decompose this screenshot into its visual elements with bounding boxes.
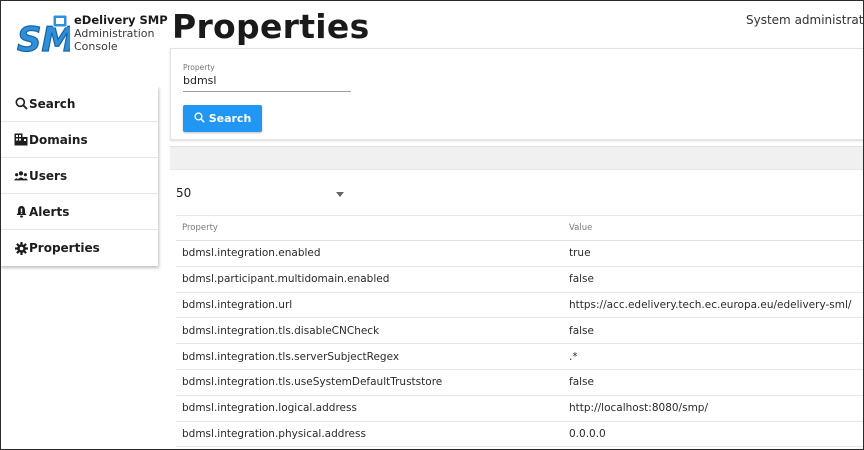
current-user[interactable]: System administrato [746, 13, 864, 27]
table-row[interactable]: bdmsl.integration.enabled true [176, 241, 864, 267]
search-icon [194, 111, 205, 126]
sidebar-item-alerts[interactable]: Alerts [0, 194, 158, 230]
table-row[interactable]: bdmsl.integration.url https://acc.edelive… [176, 293, 864, 319]
property-field-label: Property [183, 63, 215, 72]
table-row[interactable]: bdmsl.integration.logical.address http://… [176, 396, 864, 422]
sidebar-item-label: Alerts [29, 204, 70, 219]
property-name-cell: bdmsl.integration.physical.address [182, 427, 366, 440]
logo-area: SMP eDelivery SMP Administration Console [0, 0, 170, 86]
property-value-cell: false [569, 376, 594, 389]
property-name-cell: bdmsl.participant.multidomain.enabled [182, 273, 390, 286]
app-title-line3: Console [74, 40, 118, 53]
app-title-line1: eDelivery SMP [74, 13, 168, 27]
property-value-cell: 0.0.0.0 [569, 427, 606, 440]
sidebar-item-properties[interactable]: Properties [0, 230, 158, 266]
property-value-cell: https://acc.edelivery.tech.ec.europa.eu/… [569, 298, 852, 311]
gear-icon [14, 241, 28, 255]
main-content: Properties System administrato Property … [170, 0, 864, 450]
search-button-label: Search [208, 112, 252, 125]
property-value-cell: false [569, 273, 594, 286]
table-row[interactable]: bdmsl.integration.tls.serverSubjectRegex… [176, 344, 864, 370]
property-name-cell: bdmsl.integration.url [182, 298, 293, 311]
chevron-down-icon [336, 192, 344, 197]
table-row[interactable]: bdmsl.integration.physical.address 0.0.0.… [176, 422, 864, 448]
table-row[interactable]: bdmsl.integration.tls.useSystemDefaultTr… [176, 370, 864, 396]
property-name-cell: bdmsl.integration.logical.address [182, 402, 357, 415]
app-title-line2: Administration [74, 27, 155, 40]
property-name-cell: bdmsl.integration.enabled [182, 247, 321, 260]
page-size-select[interactable]: 50 [176, 184, 344, 204]
smp-logo: SMP [16, 13, 101, 61]
sidebar-item-label: Search [29, 96, 76, 111]
toolbar-band [170, 146, 864, 170]
table-body: bdmsl.integration.enabled true bdmsl.parti… [176, 241, 864, 448]
property-name-cell: bdmsl.integration.tls.useSystemDefaultTr… [182, 376, 443, 389]
properties-table: Property Value bdmsl.integration.enabled… [176, 215, 864, 448]
search-panel: Property Search [170, 48, 864, 140]
table-header: Property Value [176, 215, 864, 241]
property-field: Property [183, 63, 351, 92]
sidebar-item-search[interactable]: Search [0, 86, 158, 122]
property-value-cell: true [569, 247, 591, 260]
sidebar-item-label: Users [29, 168, 68, 183]
page-size-value: 50 [176, 186, 192, 200]
sidebar: SMP eDelivery SMP Administration Console… [0, 0, 170, 450]
search-icon [14, 97, 28, 111]
sidebar-item-label: Domains [29, 132, 88, 147]
property-search-input[interactable] [183, 72, 351, 92]
table-row[interactable]: bdmsl.participant.multidomain.enabled fal… [176, 267, 864, 293]
column-header-value[interactable]: Value [569, 223, 592, 233]
search-button[interactable]: Search [183, 105, 262, 132]
property-value-cell: .* [569, 350, 578, 363]
sidebar-item-label: Properties [29, 241, 100, 255]
sidebar-nav: Search Domains Users Alerts Properties [0, 86, 158, 266]
property-name-cell: bdmsl.integration.tls.serverSubjectRegex [182, 350, 400, 363]
sidebar-item-domains[interactable]: Domains [0, 122, 158, 158]
column-header-property[interactable]: Property [182, 223, 218, 233]
app-title: eDelivery SMP Administration Console [74, 13, 168, 54]
property-value-cell: false [569, 324, 594, 337]
property-name-cell: bdmsl.integration.tls.disableCNCheck [182, 324, 380, 337]
sidebar-item-users[interactable]: Users [0, 158, 158, 194]
domains-icon [14, 133, 28, 147]
page-title: Properties [172, 7, 370, 46]
users-icon [14, 169, 28, 183]
table-row[interactable]: bdmsl.integration.tls.disableCNCheck fals… [176, 318, 864, 345]
property-value-cell: http://localhost:8080/smp/ [569, 402, 708, 415]
alerts-icon [14, 205, 28, 219]
